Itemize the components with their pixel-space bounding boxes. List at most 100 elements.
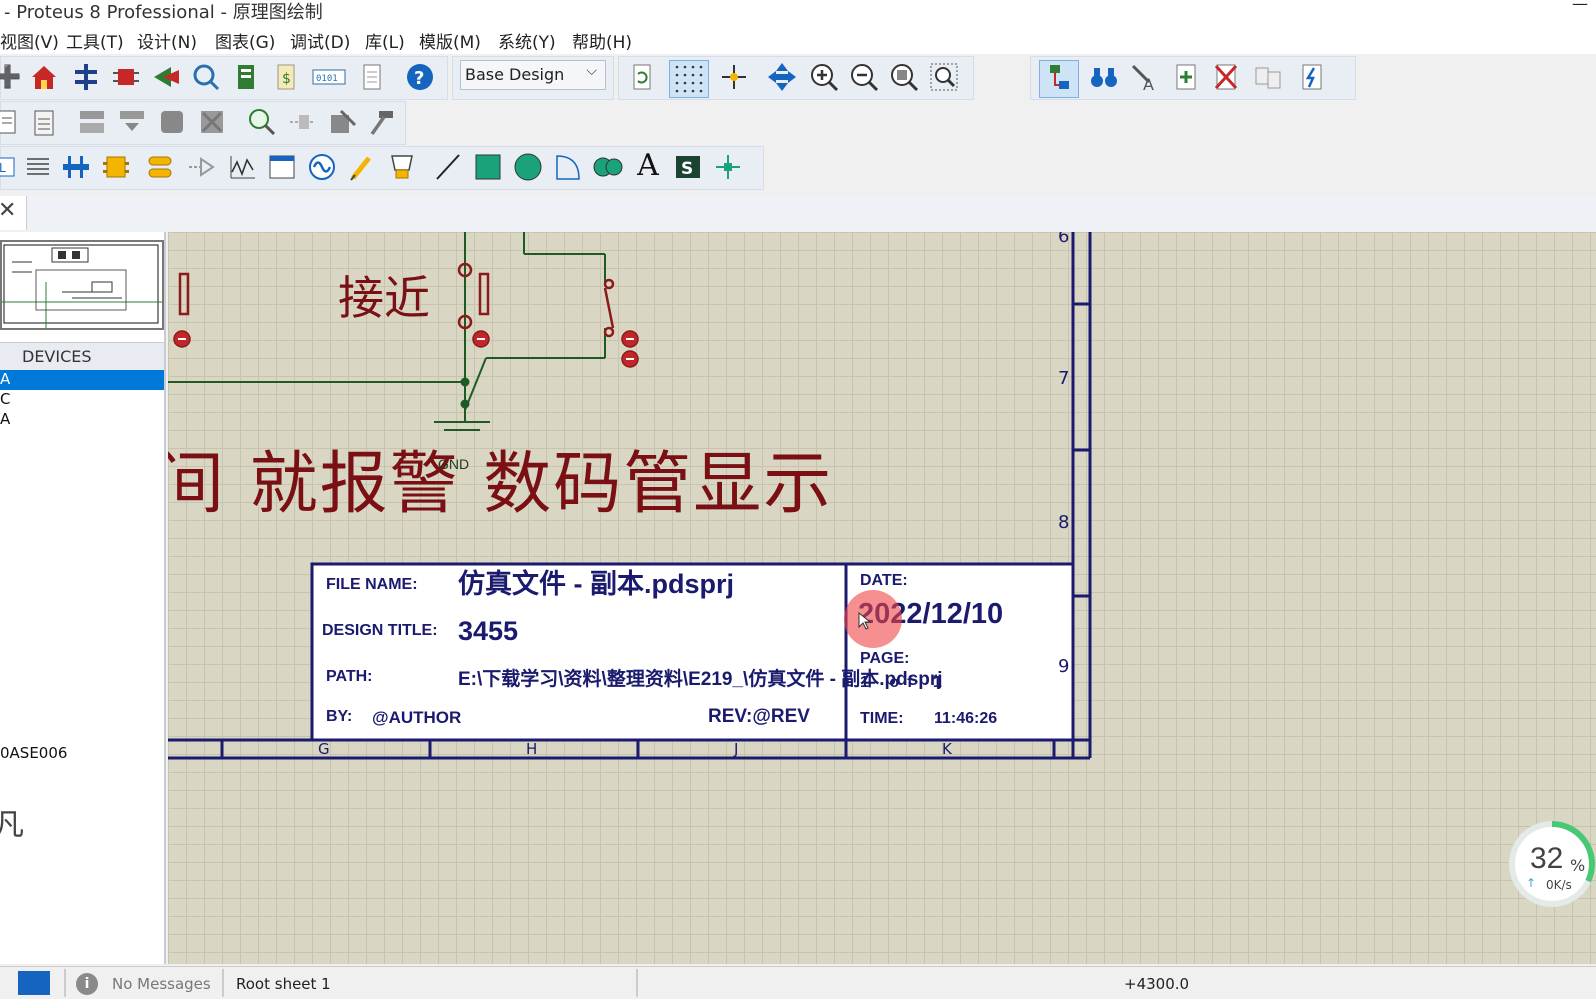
menu-graph[interactable]: 图表(G) [215,28,275,53]
schematic-canvas[interactable]: 接近 间 就报警 数码管显示 GND 6 7 8 9 G H J K FILE … [168,232,1596,964]
subcircuit-icon[interactable] [101,152,131,184]
row-label: 7 [1058,368,1070,389]
refresh-icon[interactable] [627,62,657,94]
pick-device-icon[interactable] [247,107,277,139]
tab-strip [0,196,1596,230]
property-tool-icon[interactable]: A [1129,62,1159,94]
text-script-icon[interactable] [23,152,53,184]
block-rotate-icon[interactable] [157,107,187,139]
time-value: 11:46:26 [934,710,998,727]
box-tool-icon[interactable] [473,152,503,184]
hammer-icon[interactable] [367,107,397,139]
messages-status[interactable]: No Messages [112,975,211,993]
make-device-icon[interactable] [287,107,317,139]
design-title-value: 3455 [458,616,519,646]
author-value: @AUTHOR [372,708,462,727]
menu-library[interactable]: 库(L) [365,28,405,53]
script-icon[interactable] [1297,62,1327,94]
pcb-chip-icon[interactable] [111,62,141,94]
packaging-tool-icon[interactable] [327,107,357,139]
copy-icon[interactable] [0,107,23,139]
minimize-button[interactable]: — [1572,0,1588,13]
document-icon[interactable] [357,62,387,94]
device-item[interactable]: C [0,390,164,410]
arc-tool-icon[interactable] [553,152,583,184]
generator-icon[interactable] [307,152,337,184]
grid-toggle-icon[interactable] [669,60,709,98]
zoom-fit-icon[interactable] [889,62,919,94]
bus-icon[interactable] [61,152,91,184]
menu-view[interactable]: 视图(V) [0,28,59,53]
device-item[interactable]: A [0,370,164,390]
home-icon[interactable] [29,62,59,94]
menu-help[interactable]: 帮助(H) [572,28,632,53]
net-speed: 0K/s [1546,878,1572,892]
toolbar-modes: L A S [0,146,764,190]
origin-icon[interactable] [719,62,749,94]
overview-window[interactable] [0,240,164,330]
virtual-instrument-icon[interactable] [387,152,417,184]
menu-tools[interactable]: 工具(T) [66,28,124,53]
graph-icon[interactable] [227,152,257,184]
date-label: DATE: [860,572,908,589]
new-sheet-icon[interactable] [1171,62,1201,94]
menu-debug[interactable]: 调试(D) [290,28,350,53]
menu-system[interactable]: 系统(Y) [498,28,556,53]
label-mode-icon[interactable]: L [0,152,21,184]
search-binoculars-icon[interactable] [1089,62,1119,94]
binary-icon[interactable]: 0101 [311,62,347,94]
menu-template[interactable]: 模版(M) [419,28,481,53]
help-icon[interactable]: ? [405,62,435,94]
status-divider [636,969,638,997]
path-label: PATH: [326,668,373,685]
block-move-icon[interactable] [117,107,147,139]
network-monitor[interactable]: 32 % ↑ 0K/s [1508,820,1596,908]
schematic-icon[interactable] [71,62,101,94]
toolbar-tools: A [1030,56,1356,100]
gerber-viewer-icon[interactable] [191,62,221,94]
design-select[interactable]: Base Design ⌵ [460,60,606,90]
zoom-area-icon[interactable] [929,62,959,94]
add-icon[interactable]: ➕ [0,62,23,94]
block-copy-icon[interactable] [77,107,107,139]
menu-design[interactable]: 设计(N) [137,28,197,53]
line-tool-icon[interactable] [433,152,463,184]
dollar-icon[interactable]: $ [271,62,301,94]
toolbar-edit [0,101,406,145]
simulation-indicator[interactable] [18,971,50,995]
circle-tool-icon[interactable] [513,152,543,184]
voltage-probe-icon[interactable] [347,152,377,184]
zoom-out-icon[interactable] [849,62,879,94]
device-pin-icon[interactable] [187,152,217,184]
marker-tool-icon[interactable] [713,152,743,184]
row-label: 9 [1058,656,1070,677]
left-panel: DEVICES A C A 0ASE006 凡 [0,232,166,964]
remove-sheet-icon[interactable] [1211,62,1241,94]
bom-icon[interactable] [231,62,261,94]
pan-icon[interactable] [767,62,797,94]
symbol-tool-icon[interactable]: S [673,152,703,184]
paste-icon[interactable] [29,107,59,139]
net-percent-unit: % [1570,856,1586,875]
block-delete-icon[interactable] [197,107,227,139]
device-item[interactable]: A [0,410,164,430]
tab-schematic[interactable]: ✕ [0,196,27,230]
zoom-in-icon[interactable] [809,62,839,94]
status-bar: i No Messages Root sheet 1 +4300.0 [0,966,1596,999]
status-divider [64,969,66,997]
tape-recorder-icon[interactable] [267,152,297,184]
terminal-icon[interactable] [145,152,175,184]
col-label: J [734,740,739,758]
text-tool-icon[interactable]: A [633,150,663,182]
design-title-label: DESIGN TITLE: [322,622,438,639]
exit-to-parent-icon[interactable] [1253,62,1283,94]
status-divider [222,969,224,997]
label-proximity: 接近 [338,271,430,325]
page-label: PAGE: [860,650,910,667]
path-tool-icon[interactable] [593,152,623,184]
info-icon[interactable]: i [76,973,98,995]
wire-autoroute-icon[interactable] [1039,60,1079,98]
close-icon[interactable]: ✕ [0,198,16,223]
devices-header[interactable]: DEVICES [0,342,164,372]
3d-view-icon[interactable] [151,62,181,94]
